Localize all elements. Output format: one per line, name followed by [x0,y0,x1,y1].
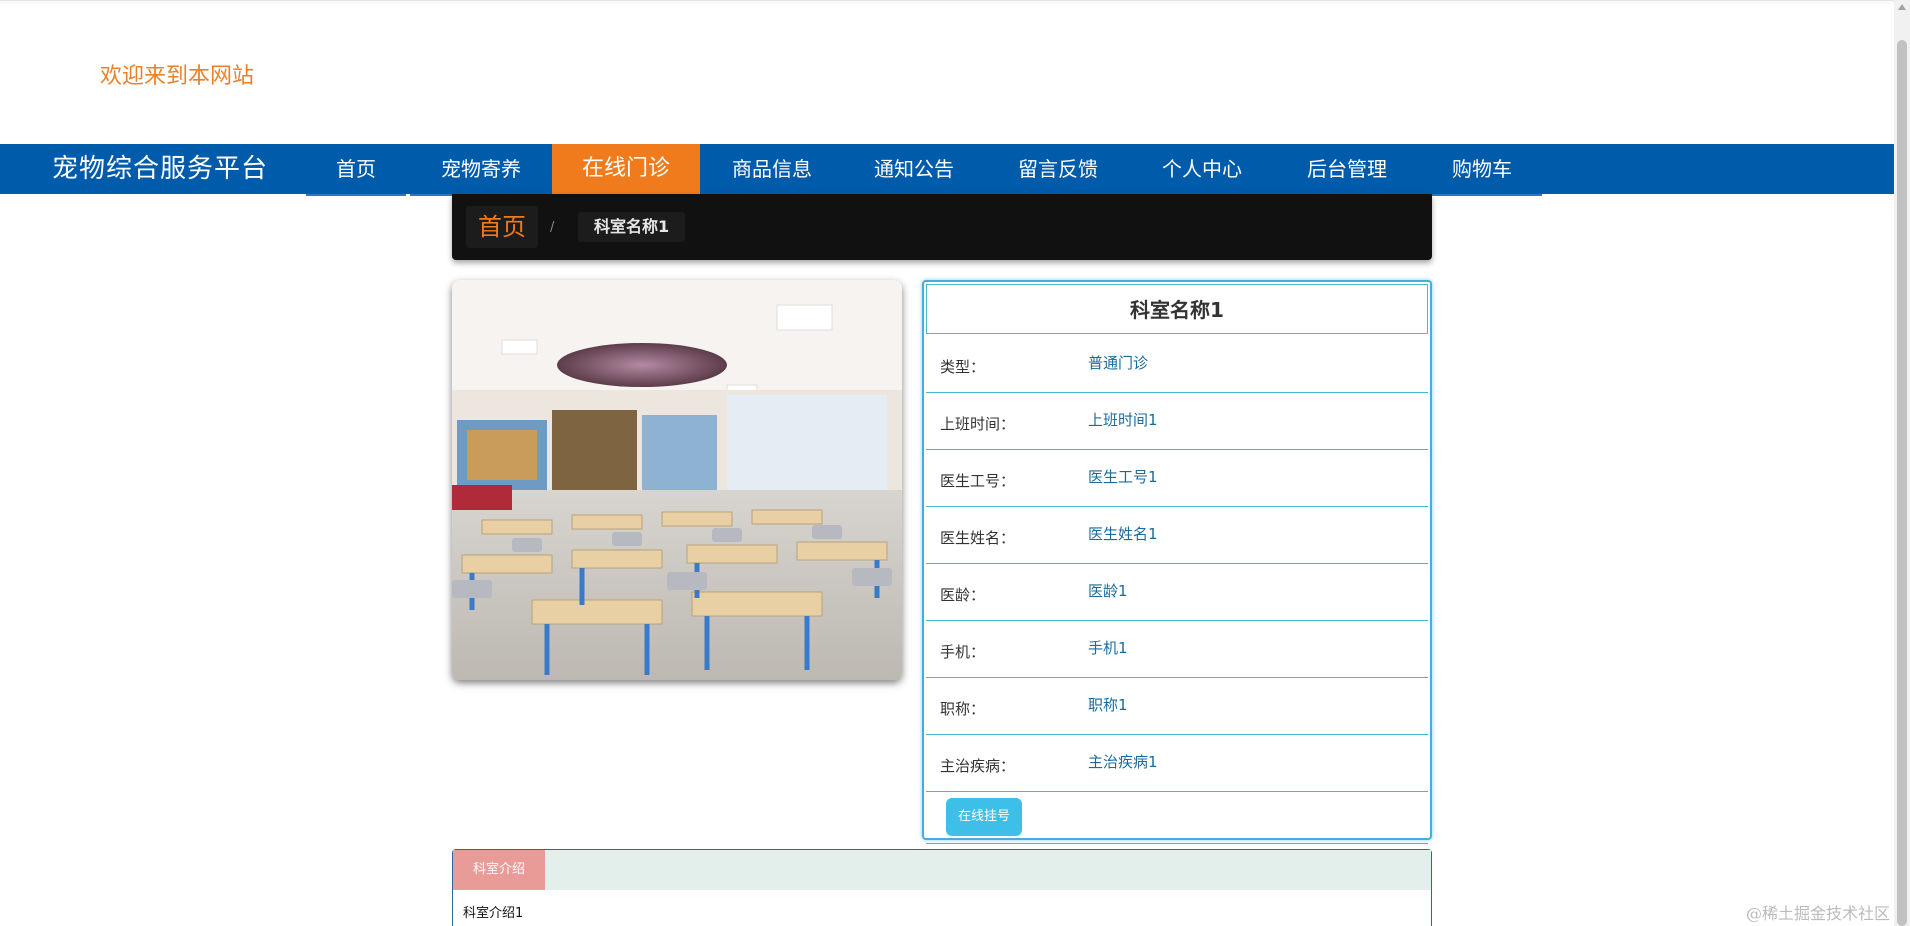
classroom-image [452,280,902,680]
detail-row-phone: 手机： 手机1 [926,621,1428,678]
site-brand[interactable]: 宠物综合服务平台 [52,144,268,194]
nav-item-personal-center[interactable]: 个人中心 [1132,144,1272,196]
detail-label: 上班时间： [940,415,1016,433]
scrollbar-thumb[interactable] [1897,40,1907,926]
breadcrumb-current: 科室名称1 [578,212,686,242]
nav-item-products[interactable]: 商品信息 [700,144,844,196]
detail-row-doctor-id: 医生工号： 医生工号1 [926,450,1428,507]
nav-item-home[interactable]: 首页 [306,144,406,196]
detail-value: 上班时间1 [1088,411,1158,429]
intro-text: 科室介绍1 [463,906,524,921]
detail-row-years-practice: 医龄： 医龄1 [926,564,1428,621]
nav-item-label: 个人中心 [1162,157,1242,181]
nav-item-admin[interactable]: 后台管理 [1276,144,1418,196]
detail-label: 手机： [940,643,986,661]
detail-row-title: 职称： 职称1 [926,678,1428,735]
nav-item-notices[interactable]: 通知公告 [844,144,984,196]
nav-item-feedback[interactable]: 留言反馈 [988,144,1128,196]
detail-label: 职称： [940,700,986,718]
detail-action-row: 在线挂号 [926,792,1428,844]
main-navbar: 宠物综合服务平台 首页 宠物寄养 在线门诊 商品信息 通知公告 留言反馈 个人中… [0,144,1894,196]
nav-item-label: 在线门诊 [581,156,670,181]
nav-item-pet-boarding[interactable]: 宠物寄养 [410,144,552,196]
online-registration-button[interactable]: 在线挂号 [946,798,1022,836]
department-intro-panel: 科室介绍 科室介绍1 [452,849,1432,926]
nav-item-label: 商品信息 [732,157,812,181]
detail-value: 手机1 [1088,639,1128,657]
nav-underline [1422,194,1542,196]
nav-underline [306,194,406,196]
detail-label: 类型： [940,358,986,376]
intro-tab-bar: 科室介绍 [453,850,1431,890]
welcome-text: 欢迎来到本网站 [100,64,255,89]
nav-item-label: 留言反馈 [1018,157,1098,181]
detail-label: 主治疾病： [940,757,1016,775]
detail-value: 医龄1 [1088,582,1128,600]
nav-item-label: 通知公告 [874,157,954,181]
department-detail-panel: 科室名称1 类型： 普通门诊 上班时间： 上班时间1 医生工号： 医生工号1 医… [922,280,1432,844]
detail-label: 医生姓名： [940,529,1016,547]
vertical-scrollbar[interactable] [1894,0,1910,926]
breadcrumb: 首页 / 科室名称1 [452,194,1432,260]
detail-value: 普通门诊 [1088,354,1149,372]
breadcrumb-separator: / [550,220,555,235]
detail-value: 医生工号1 [1088,468,1158,486]
watermark-text: @稀土掘金技术社区 [1746,904,1891,923]
breadcrumb-home[interactable]: 首页 [466,206,538,248]
detail-row-type: 类型： 普通门诊 [926,336,1428,393]
nav-item-label: 购物车 [1452,157,1512,181]
detail-label: 医龄： [940,586,986,604]
detail-value: 医生姓名1 [1088,525,1158,543]
scroll-up-icon[interactable] [1898,4,1906,10]
detail-row-doctor-name: 医生姓名： 医生姓名1 [926,507,1428,564]
nav-item-label: 首页 [336,157,376,181]
detail-row-working-hours: 上班时间： 上班时间1 [926,393,1428,450]
detail-row-specialty: 主治疾病： 主治疾病1 [926,735,1428,792]
tab-department-intro[interactable]: 科室介绍 [453,850,545,890]
detail-value: 职称1 [1088,696,1128,714]
nav-item-online-clinic[interactable]: 在线门诊 [552,144,700,194]
detail-label: 医生工号： [940,472,1016,490]
nav-item-cart[interactable]: 购物车 [1422,144,1542,196]
detail-title: 科室名称1 [926,284,1428,334]
department-photo [452,280,902,680]
detail-value: 主治疾病1 [1088,753,1158,771]
nav-item-label: 宠物寄养 [441,157,521,181]
top-border [0,0,1894,4]
nav-item-label: 后台管理 [1307,157,1387,181]
